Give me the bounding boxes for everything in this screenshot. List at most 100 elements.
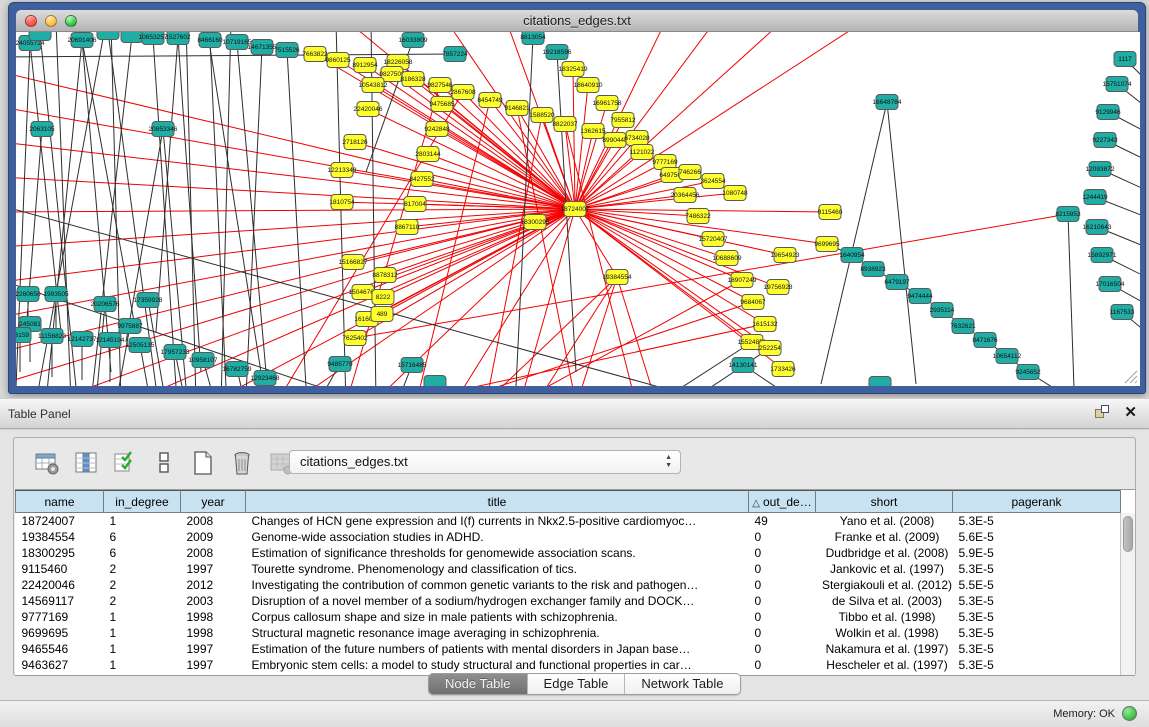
graph-node[interactable] xyxy=(424,376,446,387)
table-selector-dropdown[interactable]: citations_edges.txt ▲▼ xyxy=(289,450,681,474)
table-row[interactable]: 911546021997Tourette syndrome. Phenomeno… xyxy=(16,561,1121,577)
graph-node[interactable]: 6479197 xyxy=(884,275,910,290)
graph-node[interactable]: 16961758 xyxy=(593,96,622,111)
graph-node[interactable]: 2803144 xyxy=(415,147,441,162)
graph-node[interactable]: 8471676 xyxy=(972,333,998,348)
graph-node[interactable]: 19654923 xyxy=(771,248,800,263)
column-visibility-icon[interactable] xyxy=(73,450,99,476)
graph-node[interactable]: 1527602 xyxy=(165,32,191,45)
graph-node[interactable]: 2867608 xyxy=(450,85,476,100)
graph-node[interactable]: 10653257 xyxy=(139,32,168,45)
graph-node[interactable]: 9485779 xyxy=(327,357,353,372)
tab-edge-table[interactable]: Edge Table xyxy=(528,674,626,694)
graph-node[interactable]: 19384554 xyxy=(603,270,632,285)
graph-node[interactable]: 12923468 xyxy=(251,371,280,386)
graph-node[interactable]: 8867110 xyxy=(395,220,420,235)
graph-node[interactable]: 9115460 xyxy=(818,205,843,220)
graph-edge[interactable] xyxy=(206,32,266,386)
table-row[interactable]: 946362711997Embryonic stem cells: a mode… xyxy=(16,657,1121,673)
graph-node[interactable]: 9227343 xyxy=(1092,133,1118,148)
graph-node[interactable]: 8222 xyxy=(372,290,394,305)
graph-node[interactable]: 7625402 xyxy=(342,331,368,346)
column-header-short[interactable]: short xyxy=(816,491,953,513)
graph-node[interactable]: 12505135 xyxy=(126,338,155,353)
network-graph[interactable]: 2405572420691406106532571527602846616010… xyxy=(16,32,1140,386)
graph-edge[interactable] xyxy=(221,32,231,386)
graph-node[interactable] xyxy=(869,377,891,387)
graph-node[interactable]: 9129946 xyxy=(1095,105,1121,120)
graph-node[interactable]: 15716485 xyxy=(398,358,427,373)
graph-node[interactable]: 7857224 xyxy=(442,47,468,62)
network-canvas[interactable]: 2405572420691406106532571527602846616010… xyxy=(16,32,1140,386)
graph-node[interactable]: 10958107 xyxy=(189,353,218,368)
window-titlebar[interactable]: citations_edges.txt xyxy=(16,3,1138,32)
table-row[interactable]: 946554611997Estimation of the future num… xyxy=(16,641,1121,657)
graph-edge[interactable] xyxy=(575,103,607,209)
graph-edge[interactable] xyxy=(575,152,642,209)
delete-table-icon[interactable] xyxy=(229,450,255,476)
graph-edge[interactable] xyxy=(210,40,226,386)
graph-node[interactable]: 8215953 xyxy=(1055,207,1081,222)
graph-edge[interactable] xyxy=(573,69,575,209)
graph-node[interactable]: 1615132 xyxy=(752,317,778,332)
table-row[interactable]: 1830029562008Estimation of significance … xyxy=(16,545,1121,561)
graph-node[interactable]: 2063105 xyxy=(29,122,55,137)
graph-node[interactable]: 8878312 xyxy=(372,268,398,283)
graph-node[interactable]: 817004 xyxy=(404,197,426,212)
graph-edge[interactable] xyxy=(156,37,178,332)
table-row[interactable]: 2242004622012Investigating the contribut… xyxy=(16,577,1121,593)
graph-node[interactable]: 1080748 xyxy=(722,186,748,201)
graph-edge[interactable] xyxy=(82,40,136,332)
graph-node[interactable]: 1167533 xyxy=(1110,305,1135,320)
graph-node[interactable]: 2935114 xyxy=(930,303,955,318)
graph-node[interactable]: 7486322 xyxy=(685,209,711,224)
graph-node[interactable]: 20853346 xyxy=(149,122,178,137)
graph-node[interactable]: 12093872 xyxy=(1086,162,1115,177)
graph-node[interactable]: 16782759 xyxy=(223,362,252,377)
graph-node[interactable]: 7515526 xyxy=(274,43,300,58)
graph-node[interactable]: 8454749 xyxy=(477,93,503,108)
graph-node[interactable]: 22420046 xyxy=(354,102,383,117)
graph-node[interactable]: 20206576 xyxy=(91,297,120,312)
graph-edge[interactable] xyxy=(287,50,306,386)
graph-node[interactable]: 7632621 xyxy=(950,319,976,334)
graph-node[interactable]: 9684067 xyxy=(740,295,766,310)
graph-node[interactable]: 18907249 xyxy=(728,273,757,288)
graph-edge[interactable] xyxy=(178,37,201,372)
float-panel-icon[interactable] xyxy=(1095,405,1110,420)
graph-node[interactable]: 2718126 xyxy=(342,135,368,150)
graph-node[interactable]: 93159 xyxy=(16,328,31,343)
graph-node[interactable]: 252254 xyxy=(759,341,781,356)
graph-node[interactable]: 9860125 xyxy=(325,53,351,68)
graph-node[interactable]: 6734028 xyxy=(624,131,650,146)
graph-node[interactable]: 12145194 xyxy=(96,333,125,348)
graph-edge[interactable] xyxy=(456,209,575,386)
graph-node[interactable]: 19218596 xyxy=(543,45,572,60)
graph-node[interactable]: 15892971 xyxy=(1088,248,1117,263)
graph-node[interactable]: 9146821 xyxy=(504,101,530,116)
graph-node[interactable]: 9827546 xyxy=(427,78,453,93)
tab-node-table[interactable]: Node Table xyxy=(429,674,528,694)
table-row[interactable]: 977716911998Corpus callosum shape and si… xyxy=(16,609,1121,625)
graph-node[interactable]: 16033809 xyxy=(399,33,428,48)
column-header-title[interactable]: title xyxy=(246,491,749,513)
column-header-pagerank[interactable]: pagerank xyxy=(953,491,1121,513)
graph-node[interactable]: 7955812 xyxy=(610,113,636,128)
graph-node[interactable]: 16648784 xyxy=(873,95,902,110)
graph-node[interactable]: 17359928 xyxy=(134,293,163,308)
graph-node[interactable]: 9245652 xyxy=(1015,365,1041,380)
graph-node[interactable]: 19756928 xyxy=(764,280,793,295)
graph-node[interactable]: 10654112 xyxy=(993,349,1022,364)
graph-edge[interactable] xyxy=(887,102,916,384)
graph-node[interactable]: 15166827 xyxy=(339,255,368,270)
vertical-scrollbar[interactable] xyxy=(1120,513,1135,675)
table-row[interactable]: 1872400712008Changes of HCN gene express… xyxy=(16,513,1121,529)
graph-node[interactable]: 1244419 xyxy=(1082,190,1108,205)
resize-grip-icon[interactable] xyxy=(1124,370,1138,384)
graph-node[interactable]: 12213349 xyxy=(328,163,357,178)
create-table-icon[interactable] xyxy=(190,450,216,476)
graph-edge[interactable] xyxy=(617,277,656,386)
network-view-window[interactable]: citations_edges.txt 24055724206914061065… xyxy=(8,2,1146,394)
graph-node[interactable]: 10543812 xyxy=(359,78,388,93)
table-row[interactable]: 1456911722003Disruption of a novel membe… xyxy=(16,593,1121,609)
